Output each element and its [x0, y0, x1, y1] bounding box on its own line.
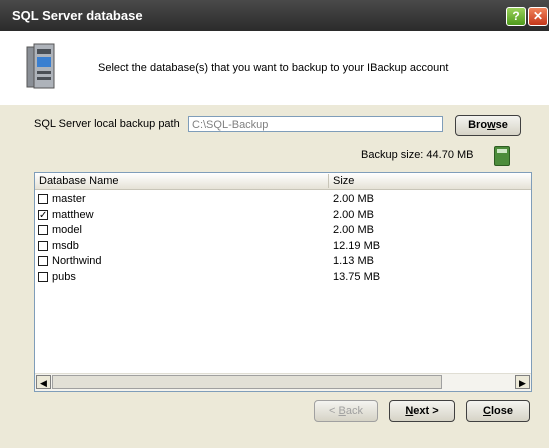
list-header[interactable]: Database Name Size — [35, 173, 531, 190]
backup-size-label: Backup size: 44.70 MB — [361, 149, 474, 161]
database-name: model — [52, 224, 82, 236]
database-name: msdb — [52, 239, 79, 252]
scroll-thumb[interactable] — [52, 375, 442, 389]
database-name: master — [52, 193, 86, 205]
database-size: 2.00 MB — [333, 193, 374, 205]
backup-path-label: SQL Server local backup path — [34, 118, 180, 130]
row-checkbox[interactable]: ✓ — [38, 209, 48, 220]
database-name: pubs — [52, 270, 76, 283]
header-instruction: Select the database(s) that you want to … — [98, 62, 449, 74]
close-button[interactable]: Close — [466, 400, 530, 422]
close-window-button[interactable]: ✕ — [528, 7, 548, 26]
table-row[interactable]: pubs 13.75 MB — [35, 270, 531, 285]
database-size: 2.00 MB — [333, 208, 374, 221]
dialog-window: SQL Server database ? ✕ Select the datab… — [0, 0, 549, 448]
back-button[interactable]: < Back — [314, 400, 378, 422]
table-row[interactable]: Northwind 1.13 MB — [35, 254, 531, 269]
column-divider[interactable] — [328, 174, 329, 188]
database-size: 12.19 MB — [333, 239, 381, 252]
table-row[interactable]: msdb 12.19 MB — [35, 239, 531, 254]
scroll-left-arrow[interactable]: ◀ — [36, 375, 51, 389]
help-button[interactable]: ? — [506, 7, 526, 26]
table-row[interactable]: model 2.00 MB — [35, 223, 531, 238]
window-title: SQL Server database — [12, 8, 143, 23]
column-header-size[interactable]: Size — [333, 175, 354, 187]
calculator-icon[interactable] — [494, 146, 510, 166]
row-checkbox[interactable] — [38, 271, 48, 282]
row-checkbox[interactable] — [38, 256, 48, 266]
header-panel: Select the database(s) that you want to … — [0, 31, 549, 105]
horizontal-scrollbar[interactable]: ◀ ▶ — [35, 373, 531, 391]
database-size: 2.00 MB — [333, 224, 374, 236]
database-name: Northwind — [52, 255, 102, 267]
server-tower-icon — [26, 43, 55, 89]
column-header-name[interactable]: Database Name — [39, 175, 119, 187]
header-divider — [0, 104, 549, 105]
next-button[interactable]: Next > — [389, 400, 455, 422]
title-bar[interactable]: SQL Server database ? ✕ — [0, 0, 549, 31]
database-size: 1.13 MB — [333, 255, 374, 267]
scroll-right-arrow[interactable]: ▶ — [515, 375, 530, 389]
table-row[interactable]: ✓ matthew 2.00 MB — [35, 208, 531, 223]
database-size: 13.75 MB — [333, 270, 381, 283]
row-checkbox[interactable] — [38, 225, 48, 235]
row-checkbox[interactable] — [38, 194, 48, 204]
database-list[interactable]: Database Name Size master 2.00 MB ✓ matthew… — [34, 172, 532, 392]
database-name: matthew — [52, 208, 94, 221]
row-checkbox[interactable] — [38, 240, 48, 251]
browse-button[interactable]: Browse — [455, 115, 521, 136]
table-row[interactable]: master 2.00 MB — [35, 192, 531, 207]
backup-path-input[interactable]: C:\SQL-Backup — [188, 116, 443, 132]
